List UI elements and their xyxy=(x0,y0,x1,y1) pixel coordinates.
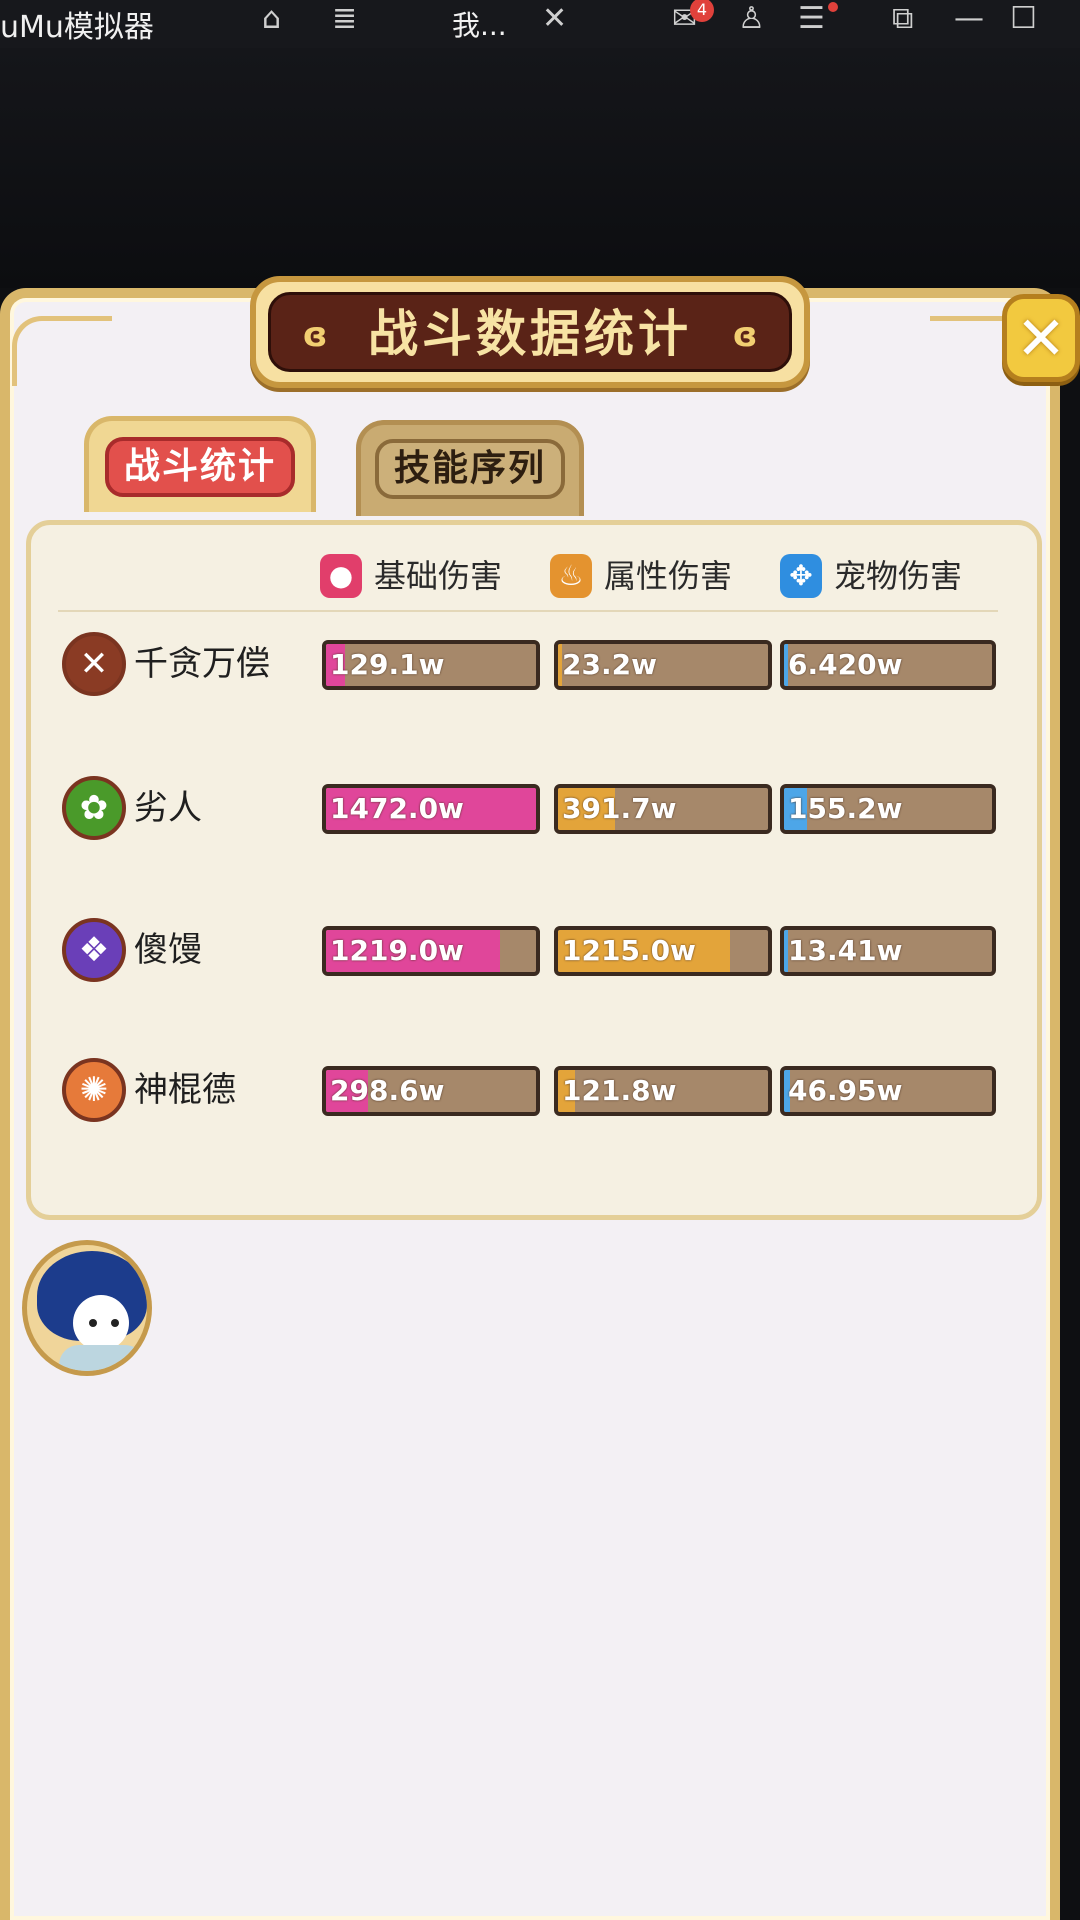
base-damage-value: 1219.0w xyxy=(330,934,464,967)
row-avatar-icon: ✿ xyxy=(62,776,126,840)
list-icon[interactable]: ≣ xyxy=(332,4,357,34)
home-icon[interactable]: ⌂ xyxy=(262,4,281,34)
resize-icon[interactable]: ⧉ xyxy=(892,4,913,34)
avatar-eye xyxy=(111,1319,119,1327)
player-name: 劣人 xyxy=(134,788,202,828)
minimize-icon[interactable]: — xyxy=(954,4,984,34)
menu-icon[interactable]: ☰ xyxy=(798,4,825,34)
tab-close-icon[interactable]: ✕ xyxy=(542,4,567,34)
close-button[interactable]: ✕ xyxy=(1002,294,1080,382)
person-icon: ● xyxy=(320,554,362,598)
emulator-background xyxy=(0,48,1080,288)
mail-badge: 4 xyxy=(690,0,714,22)
close-icon: ✕ xyxy=(1015,304,1067,374)
attribute-damage-value: 23.2w xyxy=(562,648,657,681)
tab-battle-stats[interactable]: 战斗统计 xyxy=(84,416,316,512)
base-damage-bar: 129.1w xyxy=(322,640,540,690)
player-name: 神棍德 xyxy=(134,1070,236,1110)
header-divider xyxy=(58,610,998,612)
avatar-face xyxy=(73,1295,129,1351)
pet-damage-value: 46.95w xyxy=(788,1074,903,1107)
row-avatar-icon: ❖ xyxy=(62,918,126,982)
pet-damage-bar: 155.2w xyxy=(780,784,996,834)
base-damage-bar: 298.6w xyxy=(322,1066,540,1116)
attribute-damage-bar: 23.2w xyxy=(554,640,772,690)
emulator-titlebar: uMu模拟器 ⌂ ≣ 我... ✕ ✉ 4 ♙ ☰ ⧉ — ☐ xyxy=(0,0,1080,48)
avatar-emblem-icon: ✺ xyxy=(79,1070,109,1110)
user-icon[interactable]: ♙ xyxy=(738,4,765,34)
pet-damage-value: 155.2w xyxy=(788,792,903,825)
attribute-damage-bar: 121.8w xyxy=(554,1066,772,1116)
pet-damage-value: 6.420w xyxy=(788,648,903,681)
corner-ornament-left xyxy=(12,316,112,386)
base-damage-value: 1472.0w xyxy=(330,792,464,825)
window-tab-label[interactable]: 我... xyxy=(452,4,507,44)
player-name: 傻馒 xyxy=(134,930,202,970)
maximize-icon[interactable]: ☐ xyxy=(1010,4,1037,34)
attribute-damage-value: 391.7w xyxy=(562,792,677,825)
row-avatar-icon: ✺ xyxy=(62,1058,126,1122)
pet-damage-bar: 13.41w xyxy=(780,926,996,976)
paw-icon: ✥ xyxy=(780,554,822,598)
avatar-emblem-icon: ❖ xyxy=(78,930,110,970)
flame-icon: ♨ xyxy=(550,554,592,598)
tab-label: 技能序列 xyxy=(375,439,565,499)
row-avatar-icon: ✕ xyxy=(62,632,126,696)
panel-title: 战斗数据统计 xyxy=(368,305,692,363)
app-title: uMu模拟器 xyxy=(0,10,154,45)
character-avatar[interactable] xyxy=(22,1240,152,1376)
base-damage-value: 129.1w xyxy=(330,648,445,681)
column-label: 属性伤害 xyxy=(604,557,733,595)
attribute-damage-bar: 391.7w xyxy=(554,784,772,834)
title-plaque: ɞ 战斗数据统计 ɞ xyxy=(250,276,810,388)
avatar-eye xyxy=(89,1319,97,1327)
avatar-emblem-icon: ✿ xyxy=(79,788,109,828)
tab-skill-sequence[interactable]: 技能序列 xyxy=(356,420,584,516)
base-damage-bar: 1219.0w xyxy=(322,926,540,976)
attribute-damage-bar: 1215.0w xyxy=(554,926,772,976)
pet-damage-bar: 46.95w xyxy=(780,1066,996,1116)
title-ornament-right-icon: ɞ xyxy=(732,315,758,355)
column-label: 宠物伤害 xyxy=(834,557,963,595)
pet-damage-value: 13.41w xyxy=(788,934,903,967)
pet-damage-bar: 6.420w xyxy=(780,640,996,690)
player-name: 千贪万偿 xyxy=(134,644,270,684)
base-damage-bar: 1472.0w xyxy=(322,784,540,834)
attribute-damage-value: 121.8w xyxy=(562,1074,677,1107)
avatar-emblem-icon: ✕ xyxy=(79,644,109,684)
attribute-damage-value: 1215.0w xyxy=(562,934,696,967)
base-damage-value: 298.6w xyxy=(330,1074,445,1107)
tab-label: 战斗统计 xyxy=(105,437,295,497)
menu-notification-dot xyxy=(828,2,838,12)
column-label: 基础伤害 xyxy=(374,557,503,595)
